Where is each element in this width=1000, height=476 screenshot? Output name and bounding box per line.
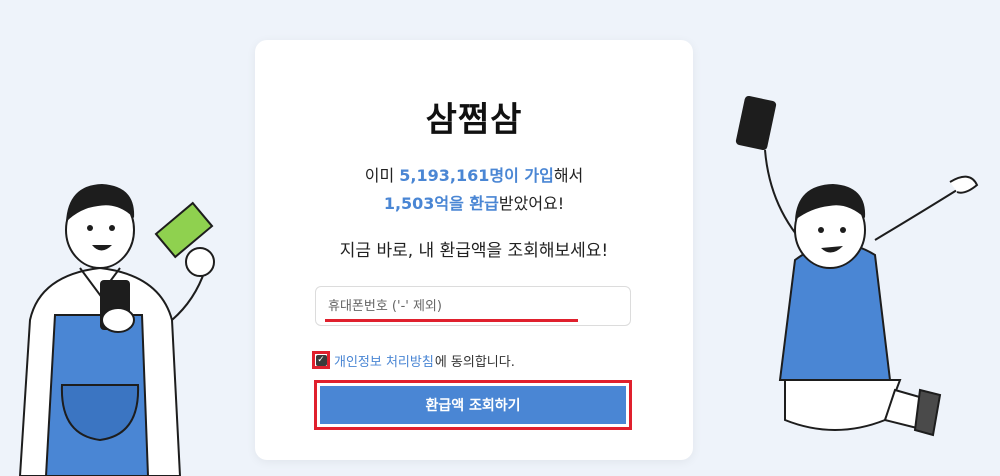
phone-field [315, 286, 631, 326]
brand-title: 삼쩜삼 [425, 100, 523, 140]
stats-text: 이미 5,193,161명이 가입해서 1,503억을 환급받았어요! [255, 162, 693, 218]
person-jumping-with-phone-illustration [735, 95, 979, 437]
check-refund-button[interactable]: 환급액 조회하기 [320, 386, 626, 424]
agreement-text: 에 동의합니다. [434, 354, 515, 370]
subtitle: 지금 바로, 내 환급액을 조회해보세요! [339, 241, 609, 261]
member-count: 5,193,161명이 가입 [399, 166, 554, 185]
person-holding-money-illustration [18, 184, 215, 476]
submit-button-highlight: 환급액 조회하기 [314, 380, 632, 430]
check-icon: ✓ [315, 354, 327, 366]
privacy-agreement: ✓ 개인정보 처리방침 에 동의합니다. [312, 349, 515, 371]
phone-field-highlight-underline [325, 319, 578, 322]
privacy-policy-link[interactable]: 개인정보 처리방침 [334, 351, 434, 370]
privacy-checkbox[interactable]: ✓ [312, 351, 330, 369]
stats-line-1: 이미 5,193,161명이 가입해서 [364, 166, 584, 185]
signup-card: 삼쩜삼 이미 5,193,161명이 가입해서 1,503억을 환급받았어요! … [255, 40, 693, 460]
stats-line-2: 1,503억을 환급받았어요! [383, 194, 565, 213]
refund-total: 1,503억을 환급 [383, 194, 499, 213]
